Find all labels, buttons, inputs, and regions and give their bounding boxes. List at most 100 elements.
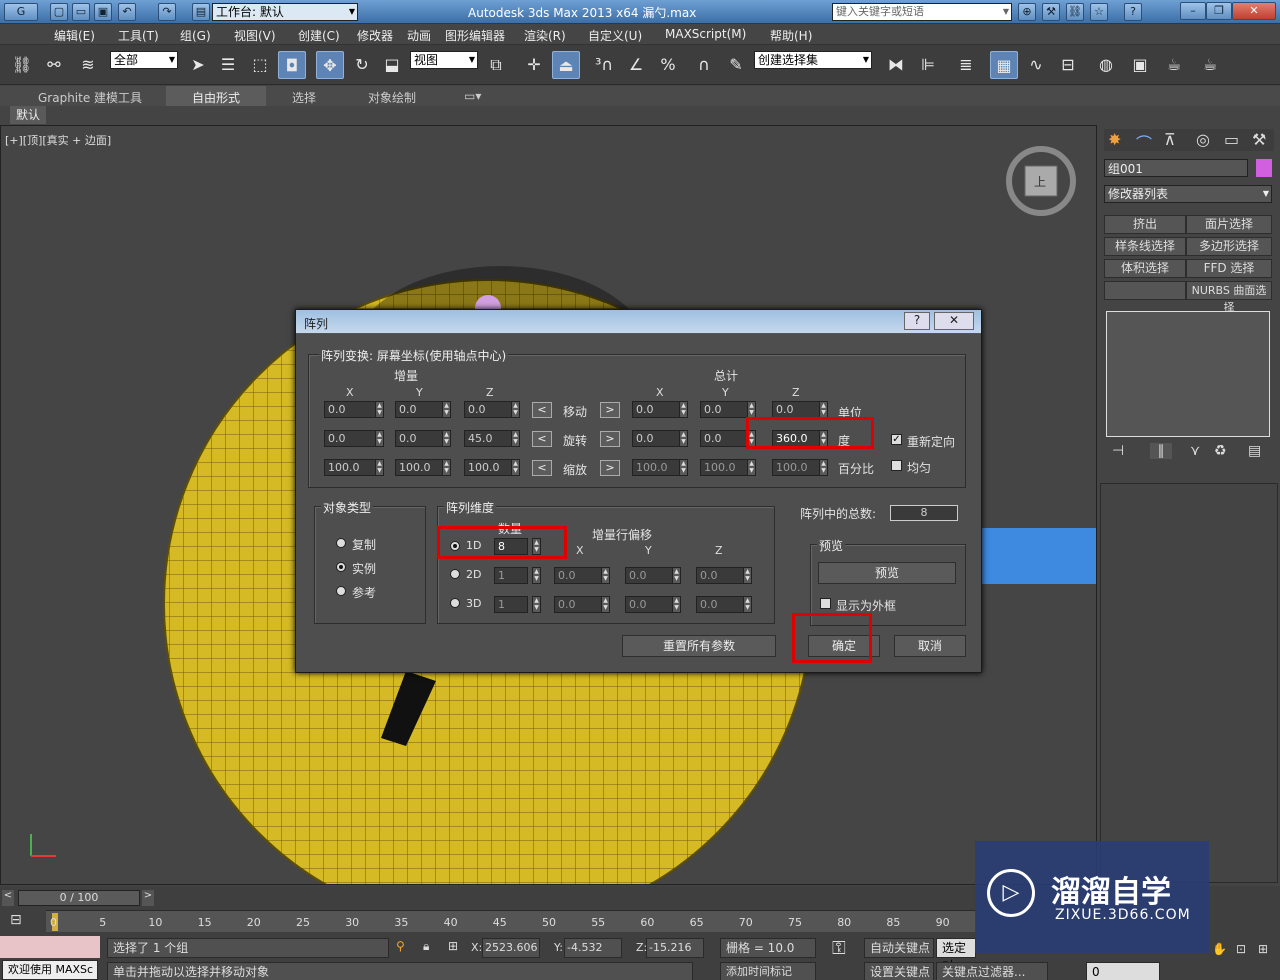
- uniform-checkbox[interactable]: [891, 460, 902, 471]
- key-mode-dropdown[interactable]: 选定对: [936, 938, 976, 973]
- nurbs-select-button[interactable]: NURBS 曲面选择: [1186, 281, 1272, 314]
- menu-rendering[interactable]: 渲染(R): [524, 27, 566, 44]
- create-tab-icon[interactable]: ✸: [1108, 130, 1121, 149]
- scale-inc-x[interactable]: 100.0: [324, 459, 376, 476]
- scale-left-arrow-button[interactable]: <: [532, 460, 552, 476]
- dim-2d-offset-x[interactable]: 0.0: [554, 567, 602, 584]
- dialog-close-button[interactable]: ✕: [934, 312, 974, 330]
- extrude-button[interactable]: 挤出: [1104, 215, 1186, 234]
- rotate-right-arrow-button[interactable]: >: [600, 431, 620, 447]
- spinner-arrows-icon[interactable]: ▲ ▼: [743, 567, 752, 584]
- bind-space-warp-icon[interactable]: ≋: [74, 51, 102, 79]
- select-manipulate-icon[interactable]: ✛: [520, 51, 548, 79]
- menu-animation[interactable]: 动画: [407, 27, 431, 44]
- hierarchy-tab-icon[interactable]: ⊼: [1164, 130, 1176, 149]
- reference-radio[interactable]: [336, 586, 346, 596]
- spinner-arrows-icon[interactable]: ▲ ▼: [679, 430, 688, 447]
- transform-mode-icon[interactable]: ⊞: [448, 939, 458, 953]
- display-tab-icon[interactable]: ▭: [1224, 130, 1239, 149]
- undo-icon[interactable]: ↶: [118, 3, 136, 21]
- menu-customize[interactable]: 自定义(U): [588, 27, 642, 44]
- named-selection-dropdown[interactable]: 创建选择集: [754, 51, 872, 69]
- angle-snap-icon[interactable]: ∠: [622, 51, 650, 79]
- rotate-inc-y[interactable]: 0.0: [395, 430, 443, 447]
- mini-curve-icon[interactable]: ⊟: [10, 912, 38, 930]
- move-tool-icon[interactable]: ✥: [316, 51, 344, 79]
- ffd-select-button[interactable]: FFD 选择: [1186, 259, 1272, 278]
- maximize-viewport-icon[interactable]: ⊞: [1258, 942, 1268, 956]
- copy-radio[interactable]: [336, 538, 346, 548]
- rotate-tot-x[interactable]: 0.0: [632, 430, 680, 447]
- ref-coord-dropdown[interactable]: 视图: [410, 51, 478, 69]
- dim-3d-count[interactable]: 1: [494, 596, 528, 613]
- preview-button[interactable]: 预览: [818, 562, 956, 584]
- menu-modifiers[interactable]: 修改器: [357, 27, 393, 44]
- spinner-arrows-icon[interactable]: ▲ ▼: [532, 596, 541, 613]
- selection-filter-dropdown[interactable]: 全部: [110, 51, 178, 69]
- edit-named-sel-icon[interactable]: ✎: [722, 51, 750, 79]
- ribbon-default-tab[interactable]: 默认: [10, 106, 46, 124]
- spinner-arrows-icon[interactable]: ▲ ▼: [601, 567, 610, 584]
- auto-key-button[interactable]: 自动关键点: [864, 938, 934, 958]
- save-icon[interactable]: ▣: [94, 3, 112, 21]
- move-right-arrow-button[interactable]: >: [600, 402, 620, 418]
- rect-selection-icon[interactable]: ⬚: [246, 51, 274, 79]
- pin-stack-icon[interactable]: ⊣: [1112, 443, 1124, 459]
- search-input[interactable]: 键入关键字或短语: [832, 3, 1012, 21]
- menu-tools[interactable]: 工具(T): [118, 27, 159, 44]
- curve-editor-icon[interactable]: ∿: [1022, 51, 1050, 79]
- empty-modifier-button[interactable]: [1104, 281, 1186, 300]
- percent-snap-icon[interactable]: %: [654, 51, 682, 79]
- spinner-snap-icon[interactable]: ∩: [690, 51, 718, 79]
- key-filters-button[interactable]: 关键点过滤器...: [936, 962, 1048, 980]
- spinner-arrows-icon[interactable]: ▲ ▼: [375, 459, 384, 476]
- spinner-arrows-icon[interactable]: ▲ ▼: [442, 430, 451, 447]
- cancel-button[interactable]: 取消: [894, 635, 966, 657]
- spinner-arrows-icon[interactable]: ▲ ▼: [747, 401, 756, 418]
- spinner-arrows-icon[interactable]: ▲ ▼: [743, 596, 752, 613]
- scale-inc-z[interactable]: 100.0: [464, 459, 512, 476]
- render-production-icon[interactable]: ☕: [1196, 51, 1224, 79]
- favorite-icon[interactable]: ☆: [1090, 3, 1108, 21]
- maxscript-listener[interactable]: [0, 936, 100, 958]
- zoom-extents-icon[interactable]: ⊡: [1236, 942, 1246, 956]
- menu-create[interactable]: 创建(C): [298, 27, 340, 44]
- dim-2d-count[interactable]: 1: [494, 567, 528, 584]
- project-icon[interactable]: ▤: [192, 3, 210, 21]
- show-as-box-checkbox[interactable]: [820, 598, 831, 609]
- spinner-arrows-icon[interactable]: ▲ ▼: [747, 459, 756, 476]
- time-prev-icon[interactable]: <: [2, 890, 14, 906]
- menu-group[interactable]: 组(G): [180, 27, 211, 44]
- dim-3d-offset-z[interactable]: 0.0: [696, 596, 744, 613]
- add-time-tag[interactable]: 添加时间标记: [720, 962, 816, 980]
- volume-select-button[interactable]: 体积选择: [1104, 259, 1186, 278]
- modifier-stack[interactable]: [1106, 311, 1270, 437]
- close-window-icon[interactable]: ✕: [1232, 2, 1276, 20]
- align-icon[interactable]: ⊫: [914, 51, 942, 79]
- tab-freeform[interactable]: 自由形式: [166, 86, 267, 106]
- ribbon-options-icon[interactable]: ▭▾: [464, 89, 481, 103]
- dim-3d-offset-x[interactable]: 0.0: [554, 596, 602, 613]
- current-frame-field[interactable]: 0: [1086, 962, 1160, 980]
- lock-selection-icon[interactable]: 🔒︎: [423, 939, 429, 954]
- spline-select-button[interactable]: 样条线选择: [1104, 237, 1186, 256]
- layer-manager-icon[interactable]: ≣: [952, 51, 980, 79]
- redo-icon[interactable]: ↷: [158, 3, 176, 21]
- spinner-arrows-icon[interactable]: ▲ ▼: [442, 401, 451, 418]
- move-left-arrow-button[interactable]: <: [532, 402, 552, 418]
- material-editor-icon[interactable]: ◍: [1092, 51, 1120, 79]
- rotate-left-arrow-button[interactable]: <: [532, 431, 552, 447]
- track-bar[interactable]: 0 5 10 15 20 25 30 35 40 45 50 55 60 65 70 75 80 85 90: [46, 910, 976, 932]
- move-inc-y[interactable]: 0.0: [395, 401, 443, 418]
- move-tot-x[interactable]: 0.0: [632, 401, 680, 418]
- move-tot-y[interactable]: 0.0: [700, 401, 748, 418]
- time-next-icon[interactable]: >: [142, 890, 154, 906]
- move-inc-z[interactable]: 0.0: [464, 401, 512, 418]
- utilities-tab-icon[interactable]: ⚒: [1252, 130, 1266, 149]
- tab-graphite[interactable]: Graphite 建模工具: [38, 89, 142, 106]
- help-icon[interactable]: ?: [1124, 3, 1142, 21]
- minimize-icon[interactable]: –: [1180, 2, 1206, 20]
- rotate-tool-icon[interactable]: ↻: [348, 51, 376, 79]
- workspace-dropdown[interactable]: 工作台: 默认: [212, 3, 358, 21]
- spinner-arrows-icon[interactable]: ▲ ▼: [601, 596, 610, 613]
